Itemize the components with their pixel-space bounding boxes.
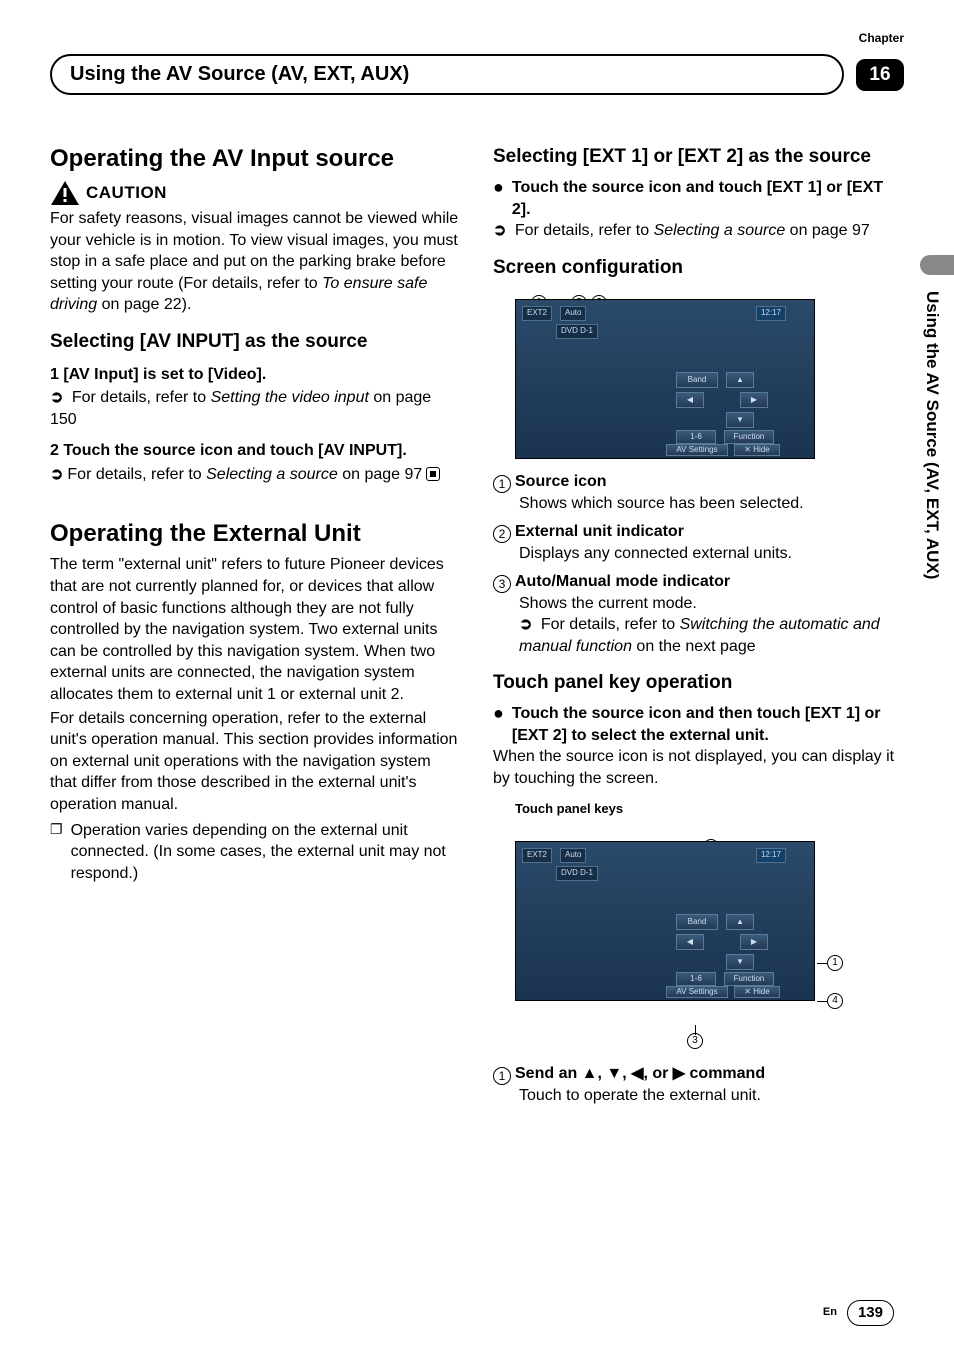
callout-1b: 1 xyxy=(827,955,843,971)
ext-step-ref: For details, refer to Selecting a source… xyxy=(493,220,904,242)
heading-operating-av-input: Operating the AV Input source xyxy=(50,145,461,174)
screen-config-mock: EXT2 Auto 12:17 DVD D-1 Band ▲ ◀ ▶ ▼ 1-6… xyxy=(515,299,815,459)
external-unit-body-1: The term "external unit" refers to futur… xyxy=(50,554,461,705)
bullet-icon: ● xyxy=(493,177,504,220)
touch-panel-mock: EXT2 Auto 12:17 DVD D-1 Band ▲ ◀ ▶ ▼ 1-6… xyxy=(515,841,815,1001)
step-2-ref: For details, refer to Selecting a source… xyxy=(50,464,461,486)
config-num-2: 2 xyxy=(493,525,511,543)
step-2: 2 Touch the source icon and touch [AV IN… xyxy=(50,440,461,462)
bullet-icon: ● xyxy=(493,703,504,746)
side-tab-title: Using the AV Source (AV, EXT, AUX) xyxy=(920,287,943,617)
callout-4b: 4 xyxy=(827,993,843,1009)
cmd-num-1: 1 xyxy=(493,1067,511,1085)
step-1-ref: For details, refer to Setting the video … xyxy=(50,387,461,430)
config-1-desc: Shows which source has been selected. xyxy=(519,493,904,515)
caution-label: CAUTION xyxy=(86,182,167,205)
config-3-title: Auto/Manual mode indicator xyxy=(515,573,730,590)
side-tab-marker xyxy=(920,255,954,275)
section-title: Using the AV Source (AV, EXT, AUX) xyxy=(50,54,844,95)
footer-lang: En xyxy=(823,1305,837,1320)
caution-body: For safety reasons, visual images cannot… xyxy=(50,208,461,316)
external-unit-body-2: For details concerning operation, refer … xyxy=(50,708,461,816)
heading-selecting-ext: Selecting [EXT 1] or [EXT 2] as the sour… xyxy=(493,145,904,169)
caution-icon xyxy=(50,180,80,206)
config-1-title: Source icon xyxy=(515,473,607,490)
heading-selecting-av-input: Selecting [AV INPUT] as the source xyxy=(50,330,461,354)
heading-operating-external-unit: Operating the External Unit xyxy=(50,520,461,549)
heading-screen-configuration: Screen configuration xyxy=(493,256,904,280)
cmd-1-title: Send an ▲, ▼, ◀, or ▶ command xyxy=(515,1065,765,1082)
callout-3b: 3 xyxy=(687,1033,703,1049)
config-3-desc: Shows the current mode. xyxy=(519,593,904,615)
config-2-title: External unit indicator xyxy=(515,523,684,540)
step-1: 1 [AV Input] is set to [Video]. xyxy=(50,364,461,386)
cmd-1-desc: Touch to operate the external unit. xyxy=(519,1085,904,1107)
chapter-number-badge: 16 xyxy=(856,59,904,91)
external-unit-note: Operation varies depending on the extern… xyxy=(71,820,461,885)
tp-bullet: Touch the source icon and then touch [EX… xyxy=(512,703,904,746)
chapter-label: Chapter xyxy=(50,30,904,46)
config-3-ref: For details, refer to Switching the auto… xyxy=(519,614,904,657)
footer-page-number: 139 xyxy=(847,1300,894,1326)
tpk-heading: Touch panel keys xyxy=(515,800,904,818)
note-bullet-icon: ❐ xyxy=(50,820,63,885)
section-end-icon xyxy=(426,467,440,481)
heading-touch-panel-key: Touch panel key operation xyxy=(493,671,904,695)
config-2-desc: Displays any connected external units. xyxy=(519,543,904,565)
config-num-3: 3 xyxy=(493,575,511,593)
ext-step: Touch the source icon and touch [EXT 1] … xyxy=(512,177,904,220)
config-num-1: 1 xyxy=(493,475,511,493)
tp-body: When the source icon is not displayed, y… xyxy=(493,746,904,789)
